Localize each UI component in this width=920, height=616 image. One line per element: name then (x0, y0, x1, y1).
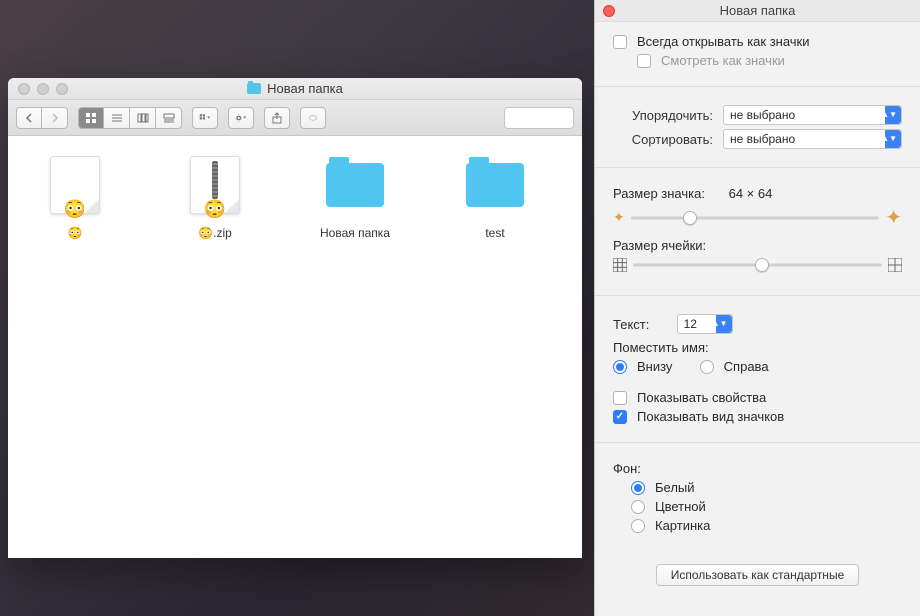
always-open-as-icons-checkbox[interactable] (613, 35, 627, 49)
arrange-by-select[interactable]: не выбрано▲▼ (723, 105, 902, 125)
window-title-text: Новая папка (267, 81, 343, 96)
divider (595, 295, 920, 296)
label-bottom-text: Внизу (637, 359, 672, 374)
divider (595, 442, 920, 443)
zip-icon (212, 161, 218, 199)
icon-size-slider[interactable] (631, 210, 880, 226)
list-view-button[interactable] (104, 107, 130, 129)
browse-as-icons-checkbox[interactable] (637, 54, 651, 68)
small-icon-indicator: ✦ (613, 209, 625, 226)
search-input[interactable] (504, 107, 574, 129)
sort-by-label: Сортировать: (613, 132, 713, 147)
action-menu-button[interactable] (228, 107, 254, 129)
forward-button[interactable] (42, 107, 68, 129)
icon-size-label: Размер значка: (613, 186, 705, 201)
bg-color-radio[interactable] (631, 500, 645, 514)
folder-icon (326, 163, 384, 207)
always-open-as-icons-label: Всегда открывать как значки (637, 34, 810, 49)
cell-size-label: Размер ячейки: (613, 238, 706, 253)
use-as-defaults-button[interactable]: Использовать как стандартные (656, 564, 860, 586)
window-title: Новая папка (247, 81, 343, 96)
finder-toolbar (8, 100, 582, 136)
bg-white-radio[interactable] (631, 481, 645, 495)
show-properties-label: Показывать свойства (637, 390, 766, 405)
traffic-lights (18, 83, 68, 95)
sparse-grid-icon (888, 258, 902, 272)
show-icon-preview-checkbox[interactable] (613, 410, 627, 424)
arrange-by-label: Упорядочить: (613, 108, 713, 123)
bg-color-label: Цветной (655, 499, 706, 514)
divider (595, 167, 920, 168)
nav-buttons (16, 107, 68, 129)
file-item[interactable]: test (436, 154, 554, 240)
file-item[interactable]: Новая папка (296, 154, 414, 240)
show-properties-checkbox[interactable] (613, 391, 627, 405)
share-button[interactable] (264, 107, 290, 129)
sort-by-select[interactable]: не выбрано▲▼ (723, 129, 902, 149)
inspector-titlebar[interactable]: Новая папка (595, 0, 920, 22)
file-area[interactable]: 😳 😳 ZIP😳 😳.zip Новая папка test (8, 136, 582, 558)
zoom-button[interactable] (56, 83, 68, 95)
finder-titlebar[interactable]: Новая папка (8, 78, 582, 100)
column-view-button[interactable] (130, 107, 156, 129)
file-label: Новая папка (320, 226, 390, 240)
label-right-text: Справа (724, 359, 769, 374)
bg-white-label: Белый (655, 480, 695, 495)
bg-image-radio[interactable] (631, 519, 645, 533)
back-button[interactable] (16, 107, 42, 129)
file-label: test (485, 226, 504, 240)
file-label: 😳.zip (198, 226, 232, 240)
arrange-menu-button[interactable] (192, 107, 218, 129)
file-item[interactable]: 😳 😳 (16, 154, 134, 240)
label-right-radio[interactable] (700, 360, 714, 374)
show-icon-preview-label: Показывать вид значков (637, 409, 784, 424)
text-size-select[interactable]: 12▲▼ (677, 314, 733, 334)
label-bottom-radio[interactable] (613, 360, 627, 374)
file-label: 😳 (68, 226, 83, 240)
face-emoji-icon: 😳 (64, 199, 86, 220)
folder-icon (247, 83, 261, 94)
inspector-title: Новая папка (720, 3, 796, 18)
face-emoji-icon: 😳 (204, 199, 226, 220)
dense-grid-icon (613, 258, 627, 272)
icon-size-value: 64 × 64 (729, 186, 773, 201)
divider (595, 86, 920, 87)
finder-window: Новая папка 😳 😳 ZIP😳 😳.zip Н (8, 78, 582, 558)
coverflow-view-button[interactable] (156, 107, 182, 129)
icon-view-button[interactable] (78, 107, 104, 129)
browse-as-icons-label: Смотреть как значки (661, 53, 785, 68)
close-button[interactable] (18, 83, 30, 95)
background-label: Фон: (613, 461, 641, 476)
inspector-close-button[interactable] (603, 5, 615, 17)
text-label: Текст: (613, 317, 649, 332)
folder-icon (466, 163, 524, 207)
tags-button[interactable] (300, 107, 326, 129)
view-options-panel: Новая папка Всегда открывать как значки … (594, 0, 920, 616)
file-item[interactable]: ZIP😳 😳.zip (156, 154, 274, 240)
bg-image-label: Картинка (655, 518, 710, 533)
minimize-button[interactable] (37, 83, 49, 95)
cell-size-slider[interactable] (633, 257, 882, 273)
view-buttons (78, 107, 182, 129)
label-position-label: Поместить имя: (613, 340, 709, 355)
large-icon-indicator: ✦ (885, 205, 902, 230)
